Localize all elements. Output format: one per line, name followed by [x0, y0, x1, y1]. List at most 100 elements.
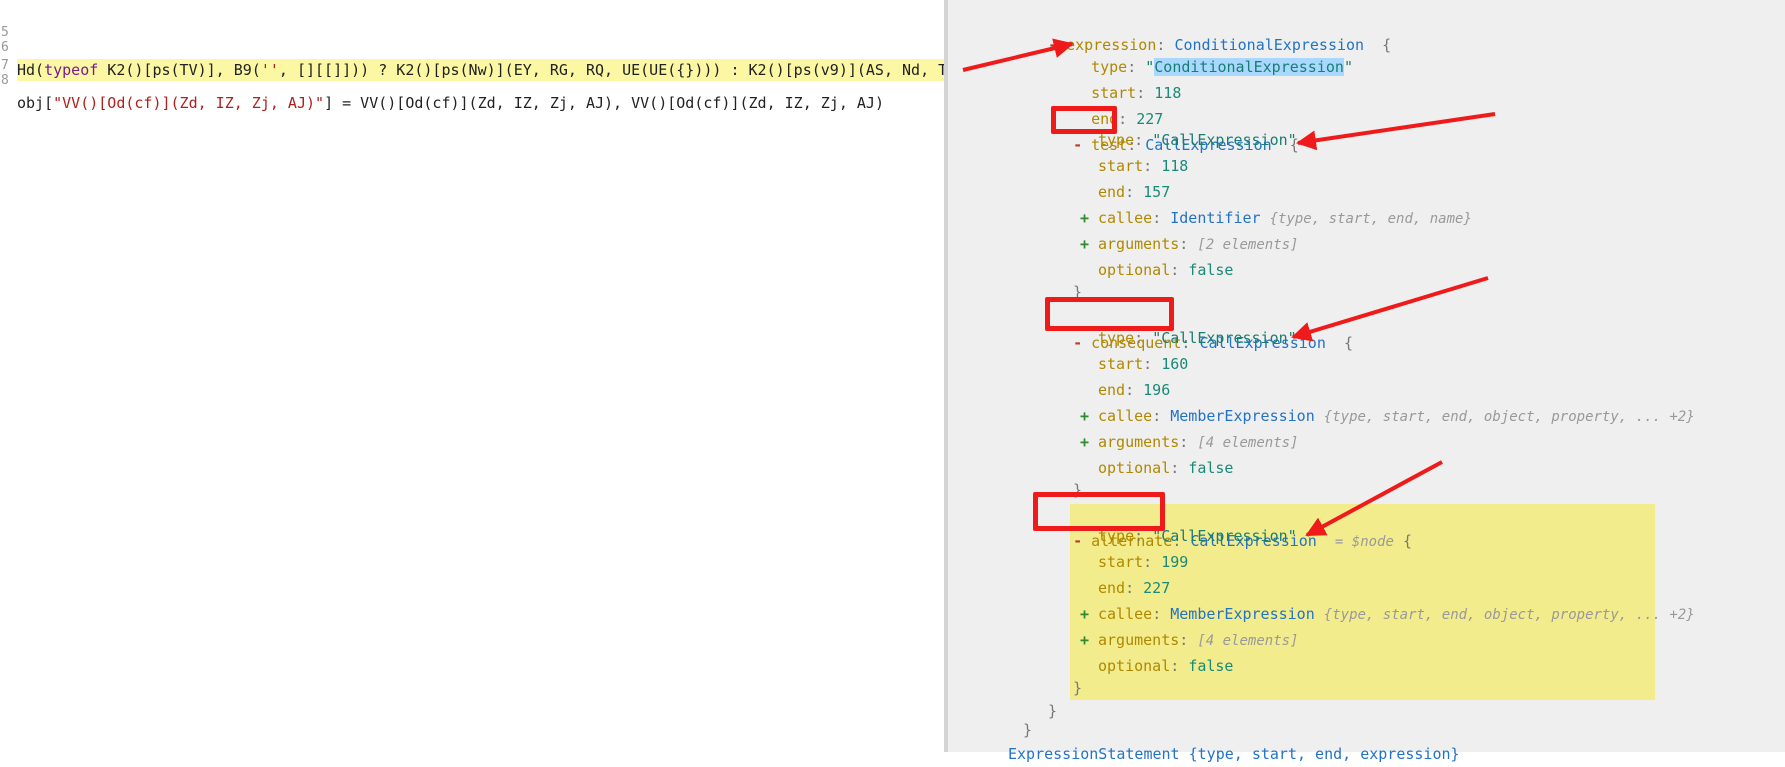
colon: : — [1152, 209, 1162, 227]
ast-prop-type[interactable]: type: "ConditionalExpression" — [1073, 28, 1353, 76]
brace: { — [1343, 334, 1353, 352]
ast-key: type — [1098, 329, 1135, 347]
ast-node-next[interactable]: ExpressionStatement {type, start, end, e… — [1008, 741, 1460, 767]
colon: : — [1170, 657, 1180, 675]
colon: : — [1125, 579, 1135, 597]
code-token: ] = VV()[Od(cf)](Zd, IZ, Zj, AJ), VV()[O… — [324, 94, 884, 112]
collapse-toggle[interactable]: - — [1073, 330, 1091, 356]
colon: : — [1152, 605, 1162, 623]
ast-key: arguments — [1098, 631, 1180, 649]
ast-key: callee — [1098, 209, 1153, 227]
ast-prop-end[interactable]: end: 196 — [1098, 377, 1170, 403]
ast-key: end — [1098, 183, 1126, 201]
ast-type: ExpressionStatement {type, start, end, e… — [1008, 745, 1460, 763]
ast-key: optional — [1098, 261, 1171, 279]
colon: : — [1152, 407, 1162, 425]
ast-key: optional — [1098, 657, 1171, 675]
expand-toggle[interactable]: + — [1080, 231, 1098, 257]
ast-hint: {type, start, end, object, property, ...… — [1323, 409, 1695, 425]
string-token: "VV()[Od(cf)](Zd, IZ, Zj, AJ)" — [53, 94, 325, 112]
ast-key: optional — [1098, 459, 1171, 477]
brace: { — [1402, 532, 1412, 550]
expand-toggle[interactable]: + — [1080, 601, 1098, 627]
string-token: '' — [260, 61, 279, 79]
ast-number: 157 — [1143, 183, 1171, 201]
expand-toggle[interactable]: + — [1080, 403, 1098, 429]
ast-number: 199 — [1161, 553, 1189, 571]
ast-number: 118 — [1161, 157, 1189, 175]
colon: : — [1179, 433, 1189, 451]
ast-prop-start[interactable]: start: 118 — [1073, 54, 1181, 102]
ast-hint: {type, start, end, name} — [1269, 211, 1472, 227]
ast-prop-end[interactable]: end: 227 — [1073, 80, 1163, 128]
ast-prop-callee[interactable]: + callee: MemberExpression {type, start, … — [1080, 403, 1695, 429]
ast-prop-end[interactable]: end: 227 — [1098, 575, 1170, 601]
ast-prop-optional[interactable]: optional: false — [1098, 653, 1233, 679]
ast-prop-start[interactable]: start: 199 — [1098, 549, 1188, 575]
ast-key: end — [1098, 579, 1126, 597]
colon: : — [1125, 183, 1135, 201]
ast-prop-optional[interactable]: optional: false — [1098, 455, 1233, 481]
collapse-toggle[interactable]: - — [1073, 132, 1091, 158]
code-token: K2()[ps(TV)], B9( — [98, 61, 261, 79]
code-text: obj["VV()[Od(cf)](Zd, IZ, Zj, AJ)"] = VV… — [17, 92, 884, 114]
code-editor[interactable]: 5 6 Hd(typeof K2()[ps(TV)], B9('', [][[]… — [0, 0, 1004, 752]
colon: : — [1170, 459, 1180, 477]
annotation-box-consequent — [1045, 297, 1174, 331]
ast-hint: {type, start, end, object, property, ...… — [1323, 607, 1695, 623]
ast-literal: false — [1188, 261, 1234, 279]
code-line-8[interactable]: 8 obj["VV()[Od(cf)](Zd, IZ, Zj, AJ)"] = … — [0, 48, 884, 112]
ast-type: MemberExpression — [1170, 605, 1315, 623]
node-reference: = $node — [1334, 534, 1394, 550]
expand-toggle[interactable]: + — [1080, 627, 1098, 653]
ast-number: 227 — [1143, 579, 1171, 597]
ast-literal: false — [1188, 459, 1234, 477]
colon: : — [1179, 235, 1189, 253]
colon: : — [1170, 261, 1180, 279]
ast-prop-start[interactable]: start: 118 — [1098, 153, 1188, 179]
keyword-token: typeof — [44, 61, 99, 79]
ast-prop-end[interactable]: end: 157 — [1098, 179, 1170, 205]
ast-key: callee — [1098, 605, 1153, 623]
ast-key: arguments — [1098, 235, 1180, 253]
line-number: 8 — [1, 73, 9, 88]
ast-prop-callee[interactable]: + callee: Identifier {type, start, end, n… — [1080, 205, 1472, 231]
ast-prop-optional[interactable]: optional: false — [1098, 257, 1233, 283]
ast-key: start — [1098, 157, 1144, 175]
ast-key: end — [1098, 381, 1126, 399]
expand-toggle[interactable]: + — [1080, 429, 1098, 455]
colon: : — [1134, 131, 1144, 149]
ast-prop-arguments[interactable]: + arguments: [4 elements] — [1080, 429, 1299, 455]
colon: : — [1134, 329, 1144, 347]
ast-literal: false — [1188, 657, 1234, 675]
quote: " — [1343, 58, 1353, 76]
colon: : — [1143, 553, 1153, 571]
closing-brace: } — [1073, 679, 1083, 697]
expand-toggle[interactable]: + — [1080, 205, 1098, 231]
ast-number: 196 — [1143, 381, 1171, 399]
closing-brace: } — [1048, 702, 1058, 720]
colon: : — [1143, 157, 1153, 175]
ast-key: start — [1098, 553, 1144, 571]
code-token: , [][[]])) ? K2()[ps(Nw)](EY, RG, RQ, UE… — [278, 61, 1002, 79]
ast-hint: [2 elements] — [1197, 237, 1299, 253]
closing-brace: } — [1023, 721, 1033, 739]
ast-string: "CallExpression" — [1152, 527, 1297, 545]
annotation-box-alternate — [1033, 492, 1165, 531]
ast-prop-callee[interactable]: + callee: MemberExpression {type, start, … — [1080, 601, 1695, 627]
colon: : — [1179, 631, 1189, 649]
collapse-toggle[interactable]: - — [1073, 528, 1091, 554]
ast-prop-start[interactable]: start: 160 — [1098, 351, 1188, 377]
brace: { — [1382, 36, 1392, 54]
ast-key: start — [1098, 355, 1144, 373]
collapse-toggle[interactable]: - — [1048, 32, 1066, 58]
ast-key: callee — [1098, 407, 1153, 425]
annotation-box-test — [1051, 106, 1117, 134]
highlighted-code: Hd(typeof K2()[ps(TV)], B9('', [][[]])) … — [17, 59, 1004, 81]
ast-prop-type[interactable]: type: "CallExpression" — [1098, 127, 1297, 153]
ast-prop-arguments[interactable]: + arguments: [4 elements] — [1080, 627, 1299, 653]
ast-prop-arguments[interactable]: + arguments: [2 elements] — [1080, 231, 1299, 257]
ast-hint: [4 elements] — [1197, 435, 1299, 451]
ast-hint: [4 elements] — [1197, 633, 1299, 649]
code-token: obj[ — [17, 94, 54, 112]
